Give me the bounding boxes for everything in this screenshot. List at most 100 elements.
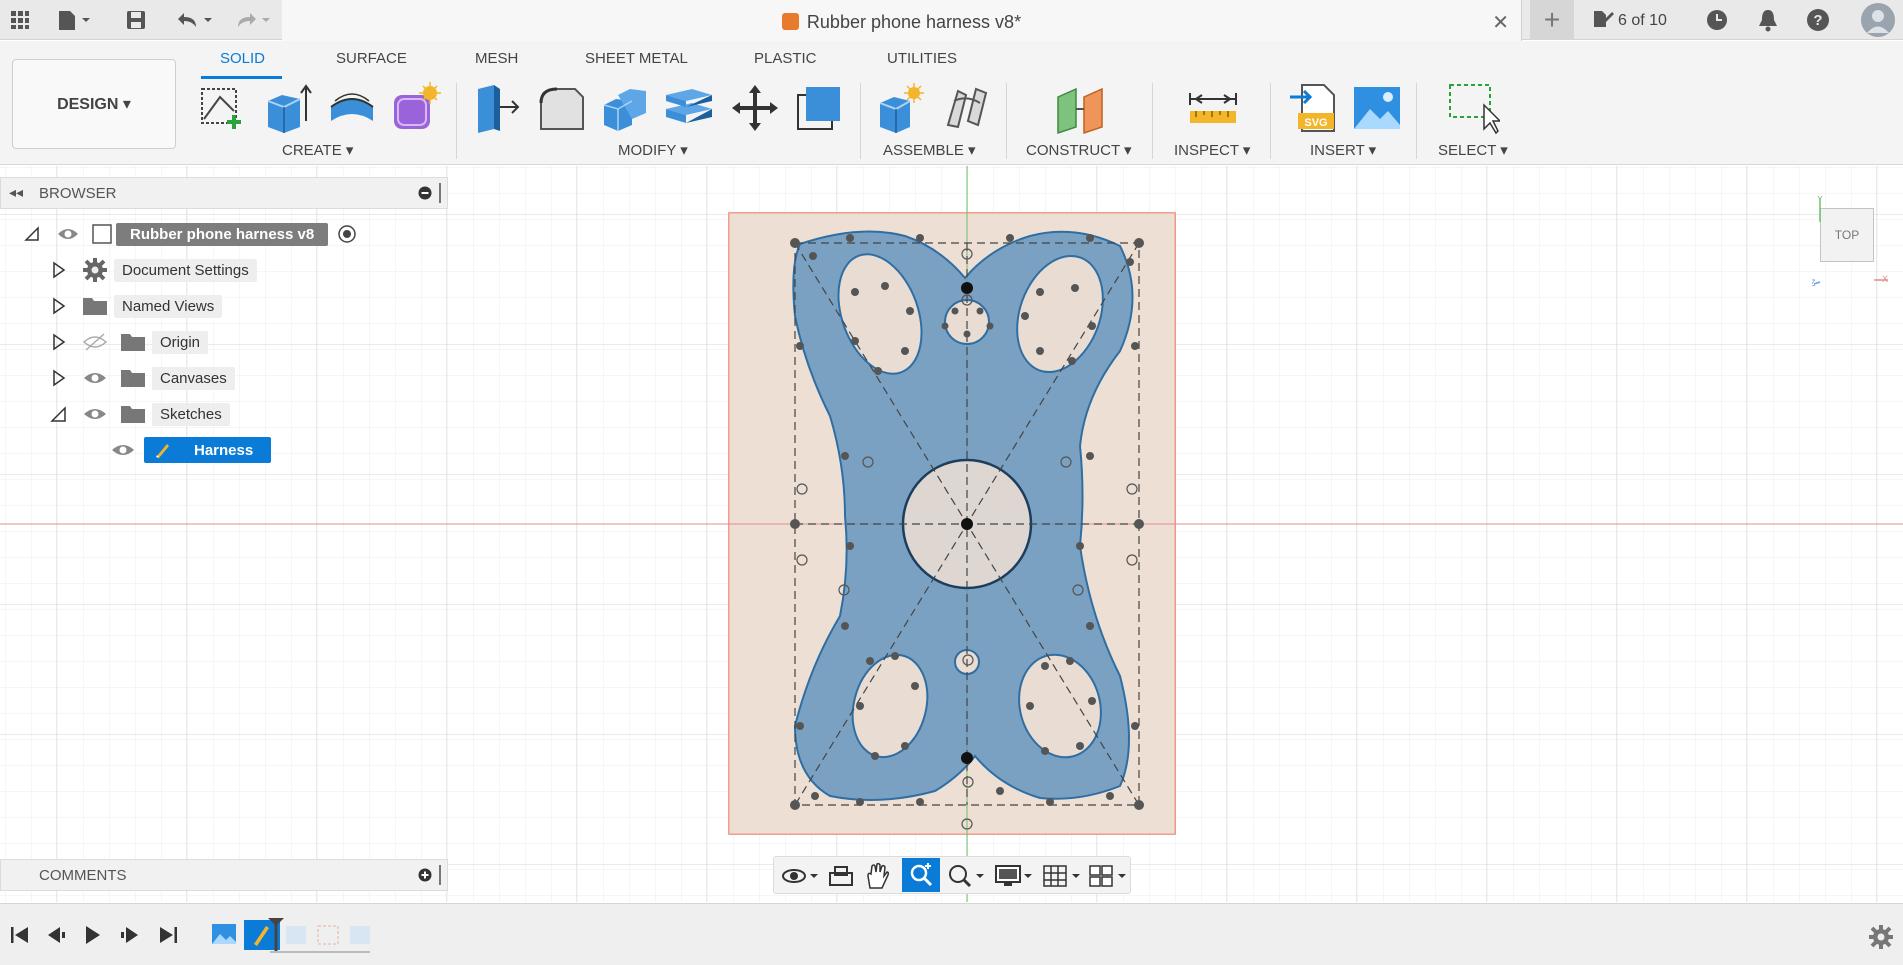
expand-triangle-icon[interactable]: [50, 296, 68, 316]
zoom-button-active[interactable]: [902, 858, 940, 892]
extrude-icon[interactable]: [260, 81, 314, 135]
browser-item-origin[interactable]: Origin: [50, 328, 209, 356]
hidden-eye-icon[interactable]: [82, 332, 108, 352]
scale-icon[interactable]: [792, 81, 846, 135]
browser-item-harness[interactable]: Harness: [110, 436, 272, 464]
user-avatar[interactable]: [1860, 2, 1896, 38]
browser-item-sketches[interactable]: Sketches: [50, 400, 230, 428]
activate-radio-icon[interactable]: [336, 223, 358, 245]
new-tab-button[interactable]: +: [1530, 0, 1574, 40]
offset-plane-icon[interactable]: [1054, 81, 1108, 135]
fillet-icon[interactable]: [535, 81, 589, 135]
visibility-eye-icon[interactable]: [82, 368, 108, 388]
window-select-icon[interactable]: [1446, 81, 1500, 135]
new-component-icon[interactable]: [874, 81, 928, 135]
pan-hand-icon[interactable]: [862, 862, 892, 890]
browser-item-label: Origin: [152, 330, 209, 354]
tab-surface[interactable]: SURFACE: [336, 50, 407, 67]
expand-triangle-icon[interactable]: [50, 368, 68, 388]
create-menu[interactable]: CREATE ▾: [282, 141, 353, 159]
grid-settings-icon[interactable]: [1042, 863, 1084, 889]
tab-plastic[interactable]: PLASTIC: [754, 50, 817, 67]
toolbar-separator: [860, 83, 861, 159]
move-icon[interactable]: [728, 81, 782, 135]
tab-sheet-metal[interactable]: SHEET METAL: [585, 50, 688, 67]
shell-icon[interactable]: [662, 81, 716, 135]
folder-icon: [121, 406, 145, 423]
active-tab-indicator: [201, 76, 282, 79]
visibility-eye-icon[interactable]: [56, 224, 80, 244]
assemble-menu[interactable]: ASSEMBLE ▾: [883, 141, 976, 159]
toolbar-separator: [1416, 83, 1417, 159]
expand-triangle-icon[interactable]: [50, 260, 68, 280]
browser-item-named-views[interactable]: Named Views: [50, 292, 223, 320]
display-settings-icon[interactable]: [994, 863, 1036, 889]
app-grid-icon[interactable]: [6, 6, 34, 34]
collapse-panel-icon[interactable]: ◂◂: [9, 184, 23, 201]
revolve-icon[interactable]: [325, 81, 379, 135]
notification-bell-icon[interactable]: [1754, 6, 1782, 34]
svg-text:Y: Y: [1817, 196, 1823, 204]
browser-item-document-settings[interactable]: Document Settings: [50, 256, 257, 284]
redo-icon[interactable]: [228, 6, 276, 34]
browser-item-canvases[interactable]: Canvases: [50, 364, 235, 392]
browser-root-row[interactable]: Rubber phone harness v8: [22, 220, 358, 248]
expand-triangle-icon[interactable]: [50, 332, 68, 352]
panel-pin-icon[interactable]: [439, 865, 441, 885]
add-comment-icon[interactable]: [418, 868, 432, 887]
help-icon[interactable]: ?: [1804, 6, 1832, 34]
tab-utilities[interactable]: UTILITIES: [887, 50, 957, 67]
timeline-features[interactable]: [210, 918, 380, 954]
timeline-settings-gear-icon[interactable]: [1868, 924, 1894, 950]
orbit-icon[interactable]: [780, 863, 822, 889]
tab-solid[interactable]: SOLID: [220, 50, 265, 67]
create-form-icon[interactable]: [388, 81, 442, 135]
undo-icon[interactable]: [170, 6, 218, 34]
timeline-next-icon[interactable]: [118, 924, 142, 946]
insert-canvas-icon[interactable]: [1350, 81, 1404, 135]
combine-icon[interactable]: [598, 81, 652, 135]
file-menu-icon[interactable]: [52, 6, 96, 34]
measure-icon[interactable]: [1186, 81, 1240, 135]
browser-title: BROWSER: [39, 185, 117, 202]
timeline-bar: [0, 903, 1903, 965]
look-at-icon[interactable]: [826, 863, 856, 889]
visibility-eye-icon[interactable]: [82, 404, 108, 424]
timeline-suppressed-feature[interactable]: [317, 925, 339, 945]
timeline-last-icon[interactable]: [156, 924, 180, 946]
viewports-icon[interactable]: [1088, 863, 1130, 889]
save-icon[interactable]: [122, 6, 150, 34]
timeline-suppressed-feature[interactable]: [350, 926, 370, 944]
view-cube-axes: Y Z X: [1812, 196, 1888, 286]
timeline-first-icon[interactable]: [8, 924, 32, 946]
document-tab[interactable]: Rubber phone harness v8* ✕: [282, 0, 1522, 41]
folder-icon: [83, 298, 107, 315]
workspace-switcher-button[interactable]: DESIGN ▾: [12, 59, 176, 149]
svg-text:X: X: [1882, 274, 1888, 284]
minimize-panel-icon[interactable]: [418, 186, 432, 205]
timeline-play-icon[interactable]: [80, 924, 104, 946]
close-tab-icon[interactable]: ✕: [1492, 10, 1509, 35]
construct-menu[interactable]: CONSTRUCT ▾: [1026, 141, 1132, 159]
canvas-viewport[interactable]: TOP Y Z X: [0, 166, 1903, 902]
press-pull-icon[interactable]: [470, 81, 524, 135]
insert-menu[interactable]: INSERT ▾: [1310, 141, 1376, 159]
select-menu[interactable]: SELECT ▾: [1438, 141, 1508, 159]
panel-pin-icon[interactable]: [439, 183, 441, 203]
browser-item-label: Canvases: [152, 366, 235, 390]
insert-svg-icon[interactable]: SVG: [1288, 81, 1342, 135]
fit-zoom-icon[interactable]: [946, 863, 988, 889]
create-sketch-icon[interactable]: [196, 81, 250, 135]
timeline-suppressed-feature[interactable]: [286, 926, 306, 944]
modify-menu[interactable]: MODIFY ▾: [618, 141, 688, 159]
browser-item-label: Sketches: [152, 402, 230, 426]
clock-icon[interactable]: [1703, 6, 1731, 34]
collapse-triangle-icon[interactable]: [50, 404, 68, 424]
timeline-previous-icon[interactable]: [44, 924, 68, 946]
inspect-menu[interactable]: INSPECT ▾: [1174, 141, 1250, 159]
visibility-eye-icon[interactable]: [110, 440, 136, 460]
joint-icon[interactable]: [940, 81, 994, 135]
job-status[interactable]: 6 of 10: [1592, 9, 1667, 30]
collapse-triangle-icon[interactable]: [22, 224, 42, 244]
tab-mesh[interactable]: MESH: [475, 50, 518, 67]
